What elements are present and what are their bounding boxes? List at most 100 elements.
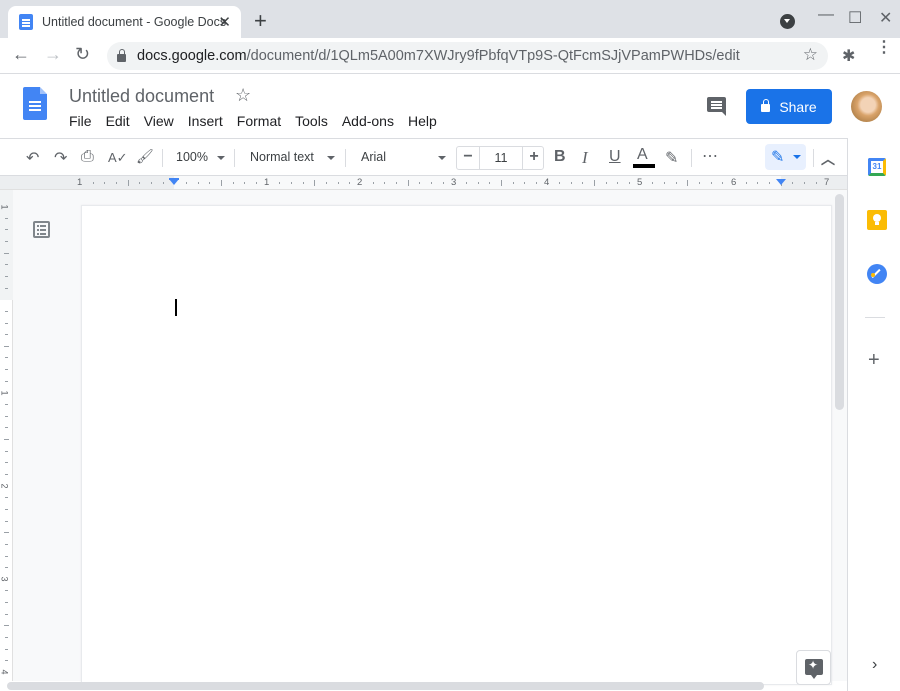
ruler-tick (722, 182, 724, 184)
font-size-input[interactable]: 11 (479, 147, 523, 169)
italic-button[interactable]: I (582, 148, 588, 168)
calendar-icon[interactable]: 31 (868, 158, 886, 176)
ruler-tick (419, 182, 421, 184)
back-button[interactable]: ← (12, 44, 30, 65)
vruler-tick (5, 462, 8, 464)
menu-add-ons[interactable]: Add-ons (342, 113, 394, 129)
zoom-caret-icon[interactable] (217, 156, 225, 160)
undo-icon[interactable]: ↶ (26, 148, 39, 168)
reload-button[interactable]: ↻ (75, 44, 90, 65)
zoom-select[interactable]: 100% (176, 150, 208, 164)
ruler-tick (384, 182, 386, 184)
expand-panel-icon[interactable]: › (872, 656, 877, 674)
text-cursor (175, 299, 177, 316)
underline-button[interactable]: U (609, 148, 621, 166)
ruler-tick (675, 182, 677, 184)
star-icon[interactable]: ☆ (235, 85, 251, 106)
vertical-scrollbar[interactable] (835, 194, 844, 410)
ruler-tick (465, 182, 467, 184)
pencil-icon: ✎ (771, 149, 785, 166)
left-indent-marker[interactable] (169, 179, 179, 185)
vruler-tick (5, 229, 8, 231)
document-title[interactable]: Untitled document (69, 86, 214, 107)
menu-insert[interactable]: Insert (188, 113, 223, 129)
text-color-button[interactable]: A (637, 146, 648, 164)
ruler-tick (570, 182, 572, 184)
forward-button[interactable]: → (44, 44, 62, 65)
tasks-icon[interactable] (867, 264, 887, 284)
browser-tab[interactable]: Untitled document - Google Docs ✕ (8, 6, 241, 38)
menu-help[interactable]: Help (408, 113, 437, 129)
editing-mode-button[interactable]: ✎ (765, 144, 806, 170)
ruler-tick (209, 182, 211, 184)
print-icon[interactable]: ⎙ (81, 148, 94, 166)
redo-icon[interactable]: ↷ (54, 148, 67, 168)
menu-view[interactable]: View (144, 113, 174, 129)
ruler-tick (582, 182, 584, 184)
minimize-button[interactable]: — (818, 6, 834, 24)
ruler-tick (337, 182, 339, 184)
docs-favicon-icon (19, 14, 33, 30)
vruler-tick (4, 345, 9, 347)
tab-close-icon[interactable]: ✕ (218, 13, 231, 31)
comment-history-icon[interactable] (707, 97, 726, 116)
highlight-color-icon[interactable]: ✎ (665, 148, 678, 168)
menu-file[interactable]: File (69, 113, 92, 129)
profile-menu-icon[interactable] (780, 14, 795, 29)
docs-logo-icon[interactable] (23, 87, 47, 120)
ruler-tick (477, 182, 479, 184)
vruler-tick (5, 415, 8, 417)
style-caret-icon[interactable] (327, 156, 335, 160)
style-select[interactable]: Normal text (250, 150, 314, 164)
bold-button[interactable]: B (554, 148, 566, 166)
avatar[interactable] (851, 91, 882, 122)
share-button[interactable]: Share (746, 89, 832, 124)
ruler-tick (349, 182, 351, 184)
url-path: /document/d/1QLm5A00m7XWJry9fPbfqVTp9S-Q… (246, 48, 740, 64)
menu-format[interactable]: Format (237, 113, 281, 129)
more-options-icon[interactable]: ⋯ (702, 146, 718, 166)
font-size-decrease-button[interactable]: − (457, 148, 479, 166)
divider (162, 149, 163, 167)
address-bar[interactable]: docs.google.com/document/d/1QLm5A00m7XWJ… (107, 42, 828, 70)
menu-tools[interactable]: Tools (295, 113, 328, 129)
ruler-tick (815, 182, 817, 184)
font-size-increase-button[interactable]: + (523, 148, 545, 166)
ruler-tick (104, 182, 106, 184)
ruler-tick (757, 182, 759, 184)
browser-tabstrip: Untitled document - Google Docs ✕ + — ☐ … (0, 0, 900, 38)
font-caret-icon[interactable] (438, 156, 446, 160)
get-add-ons-button[interactable]: + (868, 349, 880, 372)
menu-edit[interactable]: Edit (106, 113, 130, 129)
new-tab-button[interactable]: + (254, 8, 267, 34)
bookmark-star-icon[interactable]: ☆ (803, 45, 818, 65)
ruler-tick (512, 182, 514, 184)
ruler-tick (617, 182, 619, 184)
browser-menu-icon[interactable]: ⋮ (876, 40, 892, 56)
explore-button[interactable] (796, 650, 831, 685)
divider (691, 149, 692, 167)
extensions-icon[interactable]: ✱ (842, 46, 855, 66)
vruler-label: 1 (0, 204, 10, 210)
lock-icon (761, 99, 771, 112)
ruler-tick (687, 180, 689, 186)
horizontal-ruler[interactable]: 1 1 2 3 4 5 6 7 (0, 176, 847, 190)
lock-icon (117, 48, 126, 62)
keep-icon[interactable] (867, 210, 887, 230)
vertical-ruler[interactable]: 1 1 2 3 4 (0, 190, 13, 681)
ruler-tick (664, 182, 666, 184)
horizontal-scrollbar[interactable] (7, 682, 764, 690)
maximize-button[interactable]: ☐ (848, 8, 862, 28)
document-outline-icon[interactable] (33, 221, 50, 238)
right-indent-marker[interactable] (776, 179, 786, 185)
window-close-button[interactable]: ✕ (879, 8, 892, 28)
ruler-tick (197, 182, 199, 184)
collapse-menus-icon[interactable]: ︿ (821, 149, 835, 169)
paint-format-icon[interactable]: 🖌 (136, 148, 154, 165)
ruler-label: 2 (357, 177, 363, 188)
document-page[interactable] (81, 205, 832, 685)
font-select[interactable]: Arial (361, 150, 386, 164)
vruler-tick (5, 473, 8, 475)
ruler-tick (139, 182, 141, 184)
spellcheck-icon[interactable]: A✓ (108, 150, 128, 166)
